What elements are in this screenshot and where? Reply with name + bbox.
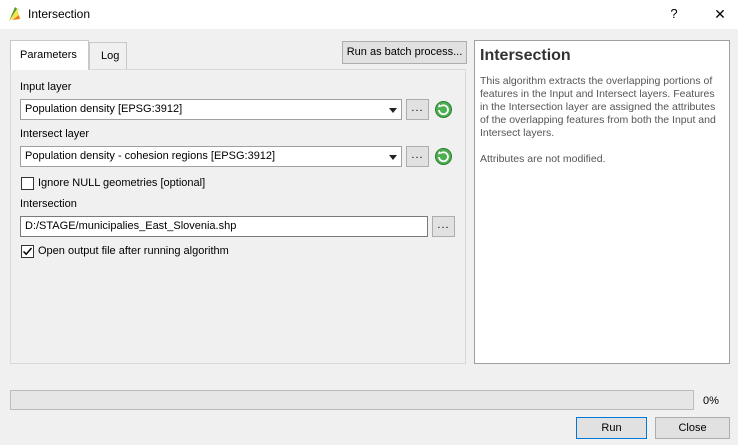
ignore-null-checkbox[interactable] [21,177,34,190]
open-output-label: Open output file after running algorithm [38,245,229,257]
run-button[interactable]: Run [576,417,647,439]
progress-percent: 0% [703,395,719,407]
chevron-down-icon [389,155,397,160]
input-layer-label: Input layer [20,81,72,93]
progress-bar [10,390,694,410]
intersection-output-field[interactable]: D:/STAGE/municipalies_East_Slovenia.shp [20,216,428,237]
title-bar [0,0,738,29]
iterate-icon[interactable] [433,146,454,167]
run-batch-process-button[interactable]: Run as batch process... [342,41,467,64]
ignore-null-label: Ignore NULL geometries [optional] [38,177,206,189]
help-panel: Intersection This algorithm extracts the… [474,40,730,364]
intersection-output-browse-button[interactable]: ... [432,216,455,237]
help-note: Attributes are not modified. [480,153,606,165]
close-window-button[interactable]: ✕ [706,4,734,24]
iterate-icon[interactable] [433,99,454,120]
help-button[interactable]: ? [660,4,688,24]
intersection-output-label: Intersection [20,198,77,210]
input-layer-value: Population density [EPSG:3912] [25,103,183,115]
tab-parameters[interactable]: Parameters [10,40,89,70]
help-description: This algorithm extracts the overlapping … [480,75,716,139]
open-output-checkbox[interactable] [21,245,34,258]
input-layer-select[interactable]: Population density [EPSG:3912] [20,99,402,120]
checkmark-icon [22,247,33,256]
intersect-layer-value: Population density - cohesion regions [E… [25,150,276,162]
intersect-layer-browse-button[interactable]: ... [406,146,429,167]
close-button[interactable]: Close [655,417,730,439]
intersect-layer-label: Intersect layer [20,128,90,140]
help-title: Intersection [480,47,571,64]
intersect-layer-select[interactable]: Population density - cohesion regions [E… [20,146,402,167]
input-layer-browse-button[interactable]: ... [406,99,429,120]
qgis-logo-icon [9,7,21,21]
window-title: Intersection [28,7,91,21]
tab-log[interactable]: Log [89,42,127,69]
chevron-down-icon [389,108,397,113]
